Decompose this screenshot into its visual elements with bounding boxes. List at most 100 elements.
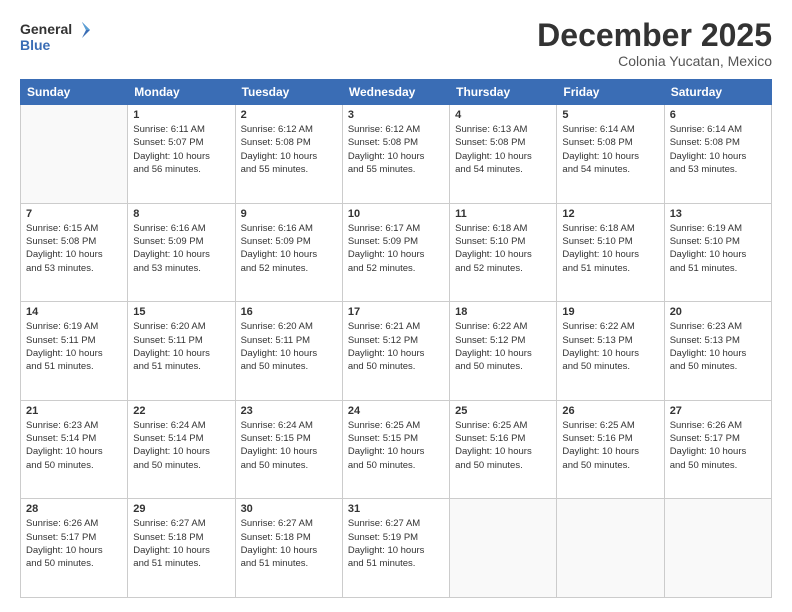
day-info: Sunrise: 6:13 AM Sunset: 5:08 PM Dayligh… bbox=[455, 123, 551, 176]
calendar-cell: 24Sunrise: 6:25 AM Sunset: 5:15 PM Dayli… bbox=[342, 400, 449, 499]
weekday-header-saturday: Saturday bbox=[664, 80, 771, 105]
calendar-cell: 19Sunrise: 6:22 AM Sunset: 5:13 PM Dayli… bbox=[557, 302, 664, 401]
calendar-cell bbox=[664, 499, 771, 598]
day-number: 5 bbox=[562, 109, 658, 121]
calendar-cell: 23Sunrise: 6:24 AM Sunset: 5:15 PM Dayli… bbox=[235, 400, 342, 499]
day-number: 8 bbox=[133, 208, 229, 220]
day-number: 30 bbox=[241, 503, 337, 515]
calendar-cell: 13Sunrise: 6:19 AM Sunset: 5:10 PM Dayli… bbox=[664, 203, 771, 302]
calendar-table: SundayMondayTuesdayWednesdayThursdayFrid… bbox=[20, 79, 772, 598]
day-info: Sunrise: 6:21 AM Sunset: 5:12 PM Dayligh… bbox=[348, 320, 444, 373]
calendar-cell bbox=[557, 499, 664, 598]
calendar-cell: 10 Sunrise: 6:17 AM Sunset: 5:09 PM Dayli… bbox=[342, 203, 449, 302]
weekday-header-sunday: Sunday bbox=[21, 80, 128, 105]
weekday-header-wednesday: Wednesday bbox=[342, 80, 449, 105]
day-info: Sunrise: 6:24 AM Sunset: 5:15 PM Dayligh… bbox=[241, 419, 337, 472]
day-number: 2 bbox=[241, 109, 337, 121]
day-info: Sunrise: 6:27 AM Sunset: 5:18 PM Dayligh… bbox=[133, 517, 229, 570]
calendar-cell: 30 Sunrise: 6:27 AM Sunset: 5:18 PM Dayli… bbox=[235, 499, 342, 598]
day-info: Sunrise: 6:18 AM Sunset: 5:10 PM Dayligh… bbox=[455, 222, 551, 275]
day-number: 14 bbox=[26, 306, 122, 318]
day-number: 18 bbox=[455, 306, 551, 318]
day-number: 13 bbox=[670, 208, 766, 220]
calendar-cell: 26Sunrise: 6:25 AM Sunset: 5:16 PM Dayli… bbox=[557, 400, 664, 499]
day-info: Sunrise: 6:14 AM Sunset: 5:08 PM Dayligh… bbox=[670, 123, 766, 176]
day-number: 20 bbox=[670, 306, 766, 318]
day-info: Sunrise: 6:11 AM Sunset: 5:07 PM Dayligh… bbox=[133, 123, 229, 176]
day-number: 4 bbox=[455, 109, 551, 121]
title-section: December 2025 Colonia Yucatan, Mexico bbox=[537, 18, 772, 69]
day-info: Sunrise: 6:14 AM Sunset: 5:08 PM Dayligh… bbox=[562, 123, 658, 176]
day-info: Sunrise: 6:22 AM Sunset: 5:13 PM Dayligh… bbox=[562, 320, 658, 373]
day-info: Sunrise: 6:23 AM Sunset: 5:13 PM Dayligh… bbox=[670, 320, 766, 373]
day-number: 24 bbox=[348, 405, 444, 417]
day-number: 29 bbox=[133, 503, 229, 515]
day-info: Sunrise: 6:19 AM Sunset: 5:11 PM Dayligh… bbox=[26, 320, 122, 373]
page-header: General Blue December 2025 Colonia Yucat… bbox=[20, 18, 772, 69]
day-number: 31 bbox=[348, 503, 444, 515]
day-number: 22 bbox=[133, 405, 229, 417]
day-number: 11 bbox=[455, 208, 551, 220]
calendar-cell: 11 Sunrise: 6:18 AM Sunset: 5:10 PM Dayli… bbox=[450, 203, 557, 302]
day-info: Sunrise: 6:16 AM Sunset: 5:09 PM Dayligh… bbox=[133, 222, 229, 275]
day-number: 3 bbox=[348, 109, 444, 121]
weekday-header-thursday: Thursday bbox=[450, 80, 557, 105]
svg-text:General: General bbox=[20, 21, 72, 37]
day-info: Sunrise: 6:12 AM Sunset: 5:08 PM Dayligh… bbox=[348, 123, 444, 176]
calendar-cell bbox=[21, 105, 128, 204]
day-info: Sunrise: 6:17 AM Sunset: 5:09 PM Dayligh… bbox=[348, 222, 444, 275]
day-info: Sunrise: 6:26 AM Sunset: 5:17 PM Dayligh… bbox=[26, 517, 122, 570]
svg-text:Blue: Blue bbox=[20, 37, 51, 53]
month-title: December 2025 bbox=[537, 18, 772, 53]
calendar-cell: 4 Sunrise: 6:13 AM Sunset: 5:08 PM Daylig… bbox=[450, 105, 557, 204]
day-info: Sunrise: 6:15 AM Sunset: 5:08 PM Dayligh… bbox=[26, 222, 122, 275]
day-number: 7 bbox=[26, 208, 122, 220]
calendar-cell: 17 Sunrise: 6:21 AM Sunset: 5:12 PM Dayli… bbox=[342, 302, 449, 401]
calendar-cell: 16 Sunrise: 6:20 AM Sunset: 5:11 PM Dayli… bbox=[235, 302, 342, 401]
day-info: Sunrise: 6:26 AM Sunset: 5:17 PM Dayligh… bbox=[670, 419, 766, 472]
calendar-cell: 20 Sunrise: 6:23 AM Sunset: 5:13 PM Dayli… bbox=[664, 302, 771, 401]
logo: General Blue bbox=[20, 18, 90, 58]
calendar-cell: 22 Sunrise: 6:24 AM Sunset: 5:14 PM Dayli… bbox=[128, 400, 235, 499]
calendar-cell: 9 Sunrise: 6:16 AM Sunset: 5:09 PM Daylig… bbox=[235, 203, 342, 302]
calendar-cell: 14 Sunrise: 6:19 AM Sunset: 5:11 PM Dayli… bbox=[21, 302, 128, 401]
day-number: 9 bbox=[241, 208, 337, 220]
day-info: Sunrise: 6:20 AM Sunset: 5:11 PM Dayligh… bbox=[241, 320, 337, 373]
day-number: 15 bbox=[133, 306, 229, 318]
day-info: Sunrise: 6:12 AM Sunset: 5:08 PM Dayligh… bbox=[241, 123, 337, 176]
calendar-cell: 12 Sunrise: 6:18 AM Sunset: 5:10 PM Dayli… bbox=[557, 203, 664, 302]
day-info: Sunrise: 6:27 AM Sunset: 5:18 PM Dayligh… bbox=[241, 517, 337, 570]
calendar-cell: 21Sunrise: 6:23 AM Sunset: 5:14 PM Dayli… bbox=[21, 400, 128, 499]
calendar-cell: 25Sunrise: 6:25 AM Sunset: 5:16 PM Dayli… bbox=[450, 400, 557, 499]
day-number: 16 bbox=[241, 306, 337, 318]
calendar-cell: 7 Sunrise: 6:15 AM Sunset: 5:08 PM Daylig… bbox=[21, 203, 128, 302]
calendar-cell: 2 Sunrise: 6:12 AM Sunset: 5:08 PM Daylig… bbox=[235, 105, 342, 204]
calendar-cell: 15 Sunrise: 6:20 AM Sunset: 5:11 PM Dayli… bbox=[128, 302, 235, 401]
calendar-cell bbox=[450, 499, 557, 598]
day-number: 12 bbox=[562, 208, 658, 220]
day-number: 1 bbox=[133, 109, 229, 121]
day-info: Sunrise: 6:23 AM Sunset: 5:14 PM Dayligh… bbox=[26, 419, 122, 472]
day-number: 27 bbox=[670, 405, 766, 417]
weekday-header-monday: Monday bbox=[128, 80, 235, 105]
calendar-cell: 28 Sunrise: 6:26 AM Sunset: 5:17 PM Dayli… bbox=[21, 499, 128, 598]
day-info: Sunrise: 6:20 AM Sunset: 5:11 PM Dayligh… bbox=[133, 320, 229, 373]
day-number: 10 bbox=[348, 208, 444, 220]
day-number: 6 bbox=[670, 109, 766, 121]
day-info: Sunrise: 6:18 AM Sunset: 5:10 PM Dayligh… bbox=[562, 222, 658, 275]
day-info: Sunrise: 6:16 AM Sunset: 5:09 PM Dayligh… bbox=[241, 222, 337, 275]
day-number: 26 bbox=[562, 405, 658, 417]
weekday-header-friday: Friday bbox=[557, 80, 664, 105]
logo-svg: General Blue bbox=[20, 18, 90, 58]
calendar-cell: 6 Sunrise: 6:14 AM Sunset: 5:08 PM Daylig… bbox=[664, 105, 771, 204]
day-number: 25 bbox=[455, 405, 551, 417]
calendar-cell: 18Sunrise: 6:22 AM Sunset: 5:12 PM Dayli… bbox=[450, 302, 557, 401]
calendar-cell: 5 Sunrise: 6:14 AM Sunset: 5:08 PM Daylig… bbox=[557, 105, 664, 204]
calendar-cell: 3 Sunrise: 6:12 AM Sunset: 5:08 PM Daylig… bbox=[342, 105, 449, 204]
calendar-cell: 31Sunrise: 6:27 AM Sunset: 5:19 PM Dayli… bbox=[342, 499, 449, 598]
weekday-header-tuesday: Tuesday bbox=[235, 80, 342, 105]
day-number: 17 bbox=[348, 306, 444, 318]
day-info: Sunrise: 6:24 AM Sunset: 5:14 PM Dayligh… bbox=[133, 419, 229, 472]
day-number: 28 bbox=[26, 503, 122, 515]
calendar-cell: 8 Sunrise: 6:16 AM Sunset: 5:09 PM Daylig… bbox=[128, 203, 235, 302]
